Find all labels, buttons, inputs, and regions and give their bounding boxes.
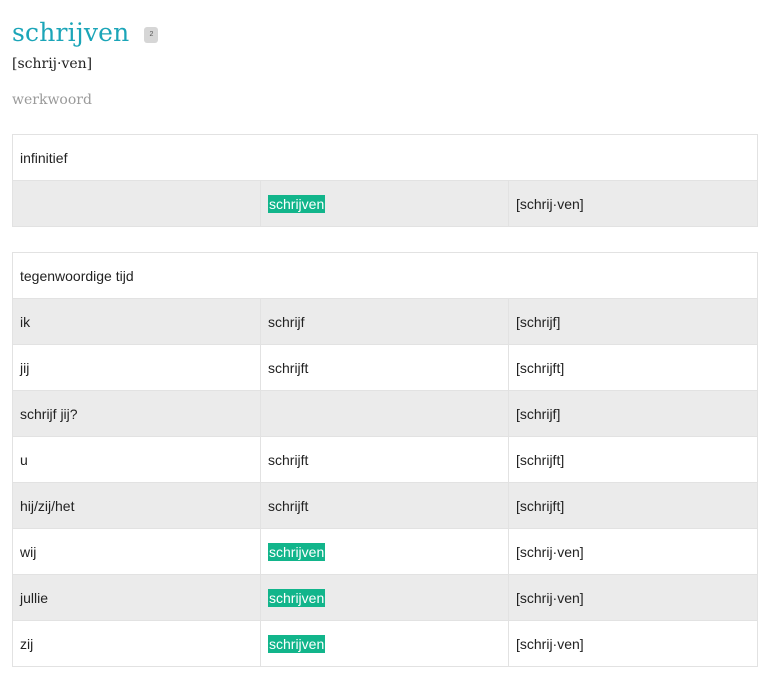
table-row: wij schrijven [schrij·ven] — [12, 528, 759, 575]
table-row: schrijf jij? [schrijf] — [12, 390, 759, 437]
form-cell — [260, 390, 509, 437]
form-cell: schrijven — [260, 620, 509, 667]
subject-cell: zij — [12, 620, 261, 667]
entry-title-row: schrijven 2 — [12, 16, 159, 50]
entry-syllabification: [schrij·ven] — [12, 56, 93, 72]
subject-cell: jullie — [12, 574, 261, 621]
pronunciation-cell: [schrijft] — [507, 344, 759, 391]
pronunciation-cell: [schrijft] — [507, 482, 759, 529]
homonym-number-badge[interactable]: 2 — [144, 27, 159, 43]
table-row: jij schrijft [schrijft] — [12, 344, 759, 391]
pronunciation-cell: [schrij·ven] — [507, 574, 759, 621]
form-cell: schrijven — [260, 528, 509, 575]
subject-cell: ik — [12, 298, 261, 345]
infinitive-table: infinitief schrijven [schrij·ven] — [11, 134, 759, 227]
verb-form-highlight: schrijven — [268, 542, 326, 561]
form-cell: schrijft — [260, 436, 509, 483]
part-of-speech: werkwoord — [12, 92, 92, 108]
verb-form-highlight: schrijven — [268, 588, 326, 607]
table-header-row: infinitief — [11, 134, 759, 181]
table-header-row: tegenwoordige tijd — [11, 252, 759, 299]
subject-cell: jij — [12, 344, 261, 391]
present-tense-table: tegenwoordige tijd ik schrijf [schrijf] jij… — [11, 252, 759, 667]
form-cell: schrijven — [260, 574, 509, 621]
subject-cell: schrijf jij? — [12, 390, 261, 437]
form-cell: schrijft — [260, 344, 509, 391]
table-row: u schrijft [schrijft] — [12, 436, 759, 483]
pronunciation-cell: [schrij·ven] — [507, 620, 759, 667]
pronunciation-cell: [schrijf] — [507, 298, 759, 345]
pronunciation-cell: [schrijf] — [507, 390, 759, 437]
pronunciation-cell: [schrijft] — [507, 436, 759, 483]
table-row: schrijven [schrij·ven] — [12, 180, 759, 227]
present-tense-header: tegenwoordige tijd — [11, 252, 759, 299]
form-cell: schrijft — [260, 482, 509, 529]
dictionary-entry: schrijven 2 [schrij·ven] werkwoord infin… — [0, 0, 770, 684]
infinitive-header: infinitief — [11, 134, 759, 181]
table-row: zij schrijven [schrij·ven] — [12, 620, 759, 667]
form-cell: schrijven — [260, 180, 509, 227]
subject-cell: hij/zij/het — [12, 482, 261, 529]
subject-cell: u — [12, 436, 261, 483]
table-row: hij/zij/het schrijft [schrijft] — [12, 482, 759, 529]
pronunciation-cell: [schrij·ven] — [507, 180, 759, 227]
verb-form-highlight: schrijven — [268, 194, 326, 213]
pronunciation-cell: [schrij·ven] — [507, 528, 759, 575]
verb-form-highlight: schrijven — [268, 634, 326, 653]
table-row: jullie schrijven [schrij·ven] — [12, 574, 759, 621]
entry-word: schrijven — [12, 18, 130, 47]
subject-cell — [12, 180, 261, 227]
subject-cell: wij — [12, 528, 261, 575]
form-cell: schrijf — [260, 298, 509, 345]
table-row: ik schrijf [schrijf] — [12, 298, 759, 345]
